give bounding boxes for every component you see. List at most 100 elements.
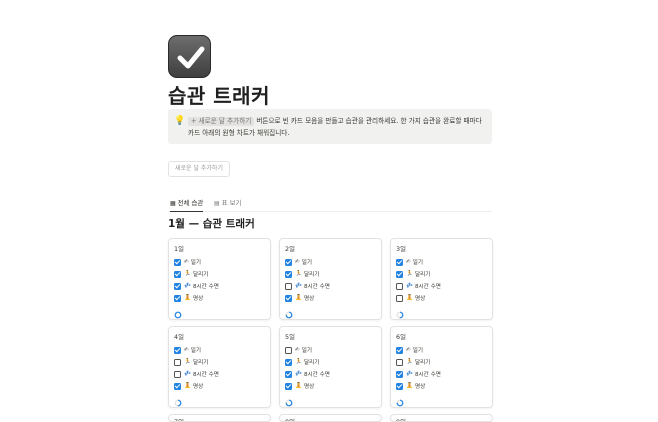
progress-ring	[285, 311, 293, 319]
habit-emoji-icon: 🧘	[406, 383, 413, 389]
habit-row: 🏃 달리기	[285, 268, 381, 280]
habit-label: 명상	[414, 296, 426, 302]
habit-checkbox[interactable]	[396, 270, 403, 278]
card-title: 6일	[396, 333, 406, 341]
habit-row: ✍ 일기	[396, 344, 492, 356]
habit-emoji-icon: 🧘	[295, 383, 302, 389]
habit-checkbox[interactable]	[396, 282, 403, 290]
habit-card[interactable]: 3일 ✍ 일기 🏃 달리기 💤 8시간 수면 🧘 명상	[390, 238, 493, 320]
habit-checkbox[interactable]	[285, 258, 292, 266]
habit-label: 달리기	[414, 272, 431, 278]
habit-label: 일기	[190, 348, 201, 354]
card-title: 3일	[396, 245, 406, 253]
habit-checkbox[interactable]	[174, 358, 181, 366]
habit-emoji-icon: 🧘	[184, 295, 191, 301]
habit-row: 🏃 달리기	[285, 356, 381, 368]
habit-emoji-icon: 🏃	[406, 271, 413, 277]
habit-row: ✍ 일기	[174, 256, 270, 268]
lightbulb-icon: 💡	[174, 116, 186, 126]
habit-checkbox[interactable]	[396, 294, 403, 302]
tab-all-habits[interactable]: ▦ 전체 습관	[170, 198, 204, 212]
section-title: 1월 — 습관 트래커	[168, 218, 255, 230]
card-title: 4일	[174, 333, 184, 341]
habit-label: 명상	[192, 384, 204, 390]
habit-row: ✍ 일기	[285, 344, 381, 356]
habit-label: 달리기	[414, 360, 431, 366]
checkmark-icon[interactable]	[168, 35, 211, 78]
habit-checkbox[interactable]	[285, 282, 292, 290]
habit-emoji-icon: 🏃	[295, 271, 302, 277]
habit-emoji-icon: 🏃	[184, 359, 191, 365]
habit-emoji-icon: ✍	[295, 347, 300, 353]
habit-card-partial[interactable]: 7일	[168, 414, 271, 422]
habit-row: 💤 8시간 수면	[285, 368, 381, 380]
habit-checkbox[interactable]	[396, 346, 403, 354]
habit-checkbox[interactable]	[285, 382, 292, 390]
habit-emoji-icon: 💤	[295, 371, 302, 377]
habit-emoji-icon: ✍	[184, 259, 189, 265]
habit-checkbox[interactable]	[396, 358, 403, 366]
habit-row: 🧘 명상	[396, 292, 492, 304]
card-title: 5일	[285, 333, 295, 341]
habit-checkbox[interactable]	[174, 294, 181, 302]
habit-checkbox[interactable]	[174, 346, 181, 354]
habit-label: 달리기	[303, 360, 320, 366]
habit-label: 8시간 수면	[414, 372, 441, 378]
callout: 💡 + 새로운 달 추가하기 버튼으로 빈 카드 모음을 만들고 습관을 관리하세…	[168, 109, 492, 144]
habit-checkbox[interactable]	[174, 270, 181, 278]
habit-label: 명상	[303, 296, 315, 302]
habit-row: 💤 8시간 수면	[174, 368, 270, 380]
habit-row: 🧘 명상	[285, 292, 381, 304]
habit-checkbox[interactable]	[174, 282, 181, 290]
page-title: 습관 트래커	[168, 84, 270, 108]
habit-checkbox[interactable]	[396, 258, 403, 266]
habit-checkbox[interactable]	[396, 382, 403, 390]
habit-label: 8시간 수면	[303, 372, 330, 378]
habit-checkbox[interactable]	[174, 258, 181, 266]
habit-card[interactable]: 4일 ✍ 일기 🏃 달리기 💤 8시간 수면 🧘 명상	[168, 326, 271, 408]
habit-emoji-icon: 💤	[406, 283, 413, 289]
habit-checkbox[interactable]	[285, 294, 292, 302]
habit-card-partial[interactable]: 8일	[279, 414, 382, 422]
habit-card[interactable]: 2일 ✍ 일기 🏃 달리기 💤 8시간 수면 🧘 명상	[279, 238, 382, 320]
habit-card[interactable]: 6일 ✍ 일기 🏃 달리기 💤 8시간 수면 🧘 명상	[390, 326, 493, 408]
tab-table-view[interactable]: ▤ 표 보기	[214, 198, 241, 212]
habit-emoji-icon: 🧘	[295, 295, 302, 301]
card-title: 1일	[174, 245, 184, 253]
habit-label: 8시간 수면	[192, 284, 219, 290]
card-title: 8일	[285, 418, 295, 422]
habit-emoji-icon: 🏃	[184, 271, 191, 277]
habit-label: 일기	[190, 260, 201, 266]
habit-card[interactable]: 5일 ✍ 일기 🏃 달리기 💤 8시간 수면 🧘 명상	[279, 326, 382, 408]
habit-checkbox[interactable]	[285, 346, 292, 354]
card-title: 7일	[174, 418, 184, 422]
progress-ring	[174, 399, 182, 407]
habit-row: ✍ 일기	[174, 344, 270, 356]
habit-row: 🧘 명상	[174, 380, 270, 392]
habit-emoji-icon: 💤	[184, 283, 191, 289]
progress-ring	[285, 399, 293, 407]
habit-emoji-icon: 💤	[295, 283, 302, 289]
habit-checkbox[interactable]	[174, 382, 181, 390]
inline-button-chip: + 새로운 달 추가하기	[188, 117, 255, 126]
habit-checkbox[interactable]	[285, 270, 292, 278]
habit-checkbox[interactable]	[285, 370, 292, 378]
habit-row: 🏃 달리기	[396, 356, 492, 368]
habit-checkbox[interactable]	[285, 358, 292, 366]
habit-emoji-icon: ✍	[295, 259, 300, 265]
new-month-button[interactable]: 새로운 달 추가하기	[168, 161, 230, 177]
habit-card[interactable]: 1일 ✍ 일기 🏃 달리기 💤 8시간 수면 🧘 명상	[168, 238, 271, 320]
habit-checkbox[interactable]	[174, 370, 181, 378]
habit-checkbox[interactable]	[396, 370, 403, 378]
progress-ring	[174, 311, 182, 319]
habit-row: 💤 8시간 수면	[396, 280, 492, 292]
habit-emoji-icon: 🧘	[184, 383, 191, 389]
habit-label: 8시간 수면	[303, 284, 330, 290]
habit-emoji-icon: 💤	[184, 371, 191, 377]
habit-label: 일기	[301, 260, 312, 266]
habit-label: 명상	[303, 384, 315, 390]
habit-emoji-icon: 🏃	[406, 359, 413, 365]
table-icon: ▤	[214, 200, 220, 207]
habit-card-partial[interactable]: 9일	[390, 414, 493, 422]
habit-label: 달리기	[192, 272, 209, 278]
